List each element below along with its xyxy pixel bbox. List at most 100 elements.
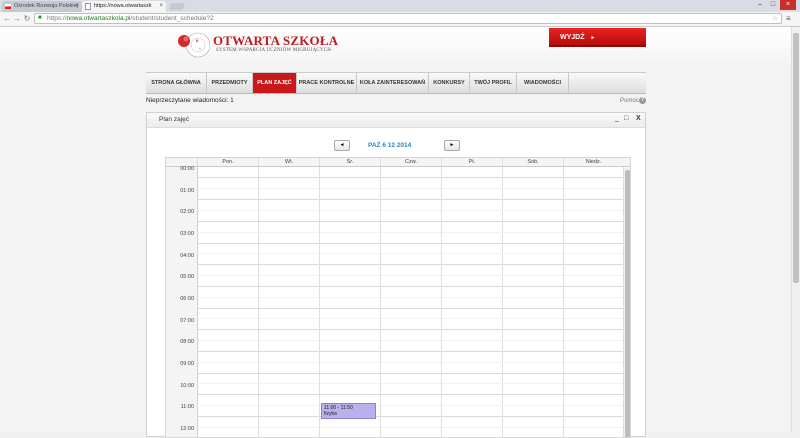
lock-icon: ■: [38, 15, 42, 21]
hour-label: 09:00: [180, 361, 194, 367]
nav-item-prace-kontrolne[interactable]: PRACE KONTROLNE: [297, 73, 357, 93]
close-tab-icon[interactable]: ×: [75, 1, 79, 12]
hour-label: 06:00: [180, 296, 194, 302]
grid-line: [197, 416, 623, 417]
menu-icon[interactable]: ≡: [786, 14, 791, 24]
hour-label: 01:00: [180, 188, 194, 194]
close-tab-icon[interactable]: ×: [159, 1, 163, 12]
grid-line: [197, 329, 623, 330]
grid-line: [197, 177, 623, 178]
close-window-icon[interactable]: ×: [780, 0, 796, 10]
day-header-fri: Pt.: [441, 158, 502, 166]
back-arrow-icon[interactable]: ←: [2, 13, 12, 24]
scroll-thumb[interactable]: [625, 170, 630, 437]
grid-line: [197, 221, 623, 222]
hour-label: 12:00: [180, 426, 194, 432]
tab-title: Ośrodek Rozwoju Polskiej: [14, 3, 78, 9]
time-column: 00:00 01:00 02:00 03:00 04:00 05:00 06:0…: [166, 166, 198, 437]
site-header: o s OTWARTA SZKOŁA SYSTEM WSPARCIA UCZNI…: [0, 27, 791, 71]
grid-line: [197, 351, 623, 352]
minimize-panel-icon[interactable]: _: [615, 114, 619, 124]
day-divider: [380, 167, 381, 437]
page-content: o s OTWARTA SZKOŁA SYSTEM WSPARCIA UCZNI…: [0, 27, 800, 438]
nav-item-strona-glowna[interactable]: STRONA GŁÓWNA: [146, 73, 207, 93]
browser-tab-bar: Ośrodek Rozwoju Polskiej × https://nowa.…: [0, 0, 800, 12]
page-scrollbar[interactable]: [791, 27, 800, 433]
grid-line: [197, 394, 623, 395]
grid-line: [197, 253, 623, 254]
url-host: nowa.otwartaszkola.pl: [66, 15, 131, 22]
bookmark-star-icon[interactable]: ☆: [772, 14, 778, 23]
hour-label: 08:00: [180, 339, 194, 345]
day-divider: [502, 167, 503, 437]
maximize-panel-icon[interactable]: □: [624, 114, 628, 124]
logout-button[interactable]: WYJDŹ ►: [549, 28, 646, 47]
nav-item-twoj-profil[interactable]: TWÓJ PROFIL: [470, 73, 517, 93]
url-field[interactable]: ■ https://nowa.otwartaszkola.pl/student/s…: [34, 13, 782, 24]
url-path: /student/student_schedule?2: [130, 15, 214, 22]
day-header-mon: Pon.: [197, 158, 258, 166]
new-tab-button[interactable]: [168, 3, 186, 10]
calendar-scrollbar[interactable]: [623, 167, 630, 437]
hour-label: 03:00: [180, 231, 194, 237]
calendar-grid: Pon. Wt. Śr. Czw. Pt. Sob. Niedz. 00:00 …: [165, 157, 631, 438]
hour-label: 05:00: [180, 274, 194, 280]
panel-header: Plan zajęć _ □ X: [147, 113, 645, 128]
grid-line: [197, 243, 623, 244]
logout-label: WYJDŹ: [560, 34, 585, 41]
schedule-panel: Plan zajęć _ □ X ◄ PAŹ 6 12 2014 ► Pon. …: [146, 112, 646, 438]
browser-tab[interactable]: Ośrodek Rozwoju Polskiej ×: [2, 1, 82, 12]
day-header-sun: Niedz.: [563, 158, 623, 166]
calendar-event[interactable]: 11:00 - 11:50 fizyka: [321, 403, 376, 419]
help-link[interactable]: Pomoc: [620, 98, 639, 104]
minimize-window-icon[interactable]: –: [754, 0, 766, 10]
nav-item-przedmioty[interactable]: PRZEDMIOTY: [207, 73, 253, 93]
day-divider: [319, 167, 320, 437]
grid-line: [197, 427, 623, 428]
day-header-sat: Sob.: [502, 158, 563, 166]
hour-label: 11:00: [180, 404, 194, 410]
day-divider: [441, 167, 442, 437]
address-bar-row: ← → ↻ ■ https://nowa.otwartaszkola.pl/stu…: [0, 12, 800, 27]
grid-line: [197, 188, 623, 189]
prev-week-button[interactable]: ◄: [334, 140, 350, 151]
hour-label: 00:00: [180, 166, 194, 172]
grid-line: [197, 308, 623, 309]
nav-item-wiadomosci[interactable]: WIADOMOŚCI: [517, 73, 569, 93]
logo-icon: o s: [178, 32, 210, 58]
reload-icon[interactable]: ↻: [22, 13, 32, 24]
day-divider: [563, 167, 564, 437]
grid-line: [197, 383, 623, 384]
day-header-wed: Śr.: [319, 158, 380, 166]
grid-line: [197, 362, 623, 363]
logo-title: OTWARTA SZKOŁA: [213, 33, 339, 48]
page-icon: [85, 3, 91, 10]
hour-label: 04:00: [180, 253, 194, 259]
close-panel-icon[interactable]: X: [636, 114, 641, 124]
grid-line: [197, 199, 623, 200]
help-icon[interactable]: ?: [639, 97, 646, 104]
nav-item-kola-zainteresowan[interactable]: KOŁA ZAINTERESOWAŃ: [357, 73, 429, 93]
nav-item-konkursy[interactable]: KONKURSY: [429, 73, 470, 93]
panel-title: Plan zajęć: [159, 116, 189, 123]
browser-tab-active[interactable]: https://nowa.otwartaszk ×: [82, 1, 166, 12]
hour-label: 07:00: [180, 318, 194, 324]
day-header-thu: Czw.: [380, 158, 441, 166]
logo-subtitle: SYSTEM WSPARCIA UCZNIÓW MIGRUJĄCYCH: [216, 48, 332, 53]
main-nav: STRONA GŁÓWNA PRZEDMIOTY PLAN ZAJĘĆ PRAC…: [146, 72, 646, 94]
next-week-button[interactable]: ►: [444, 140, 460, 151]
grid-line: [197, 318, 623, 319]
scroll-thumb[interactable]: [793, 33, 799, 283]
unread-messages[interactable]: Nieprzeczytane wiadomości: 1: [146, 97, 234, 104]
grid-line: [197, 405, 623, 406]
tab-title: https://nowa.otwartaszk: [94, 3, 152, 9]
nav-item-plan-zajec[interactable]: PLAN ZAJĘĆ: [253, 73, 297, 93]
grid-line: [197, 286, 623, 287]
flag-icon: [5, 4, 11, 9]
grid-line: [197, 232, 623, 233]
url-scheme: https://: [47, 15, 67, 22]
grid-line: [197, 297, 623, 298]
grid-line: [197, 264, 623, 265]
maximize-window-icon[interactable]: □: [767, 0, 779, 10]
forward-arrow-icon[interactable]: →: [12, 13, 22, 24]
